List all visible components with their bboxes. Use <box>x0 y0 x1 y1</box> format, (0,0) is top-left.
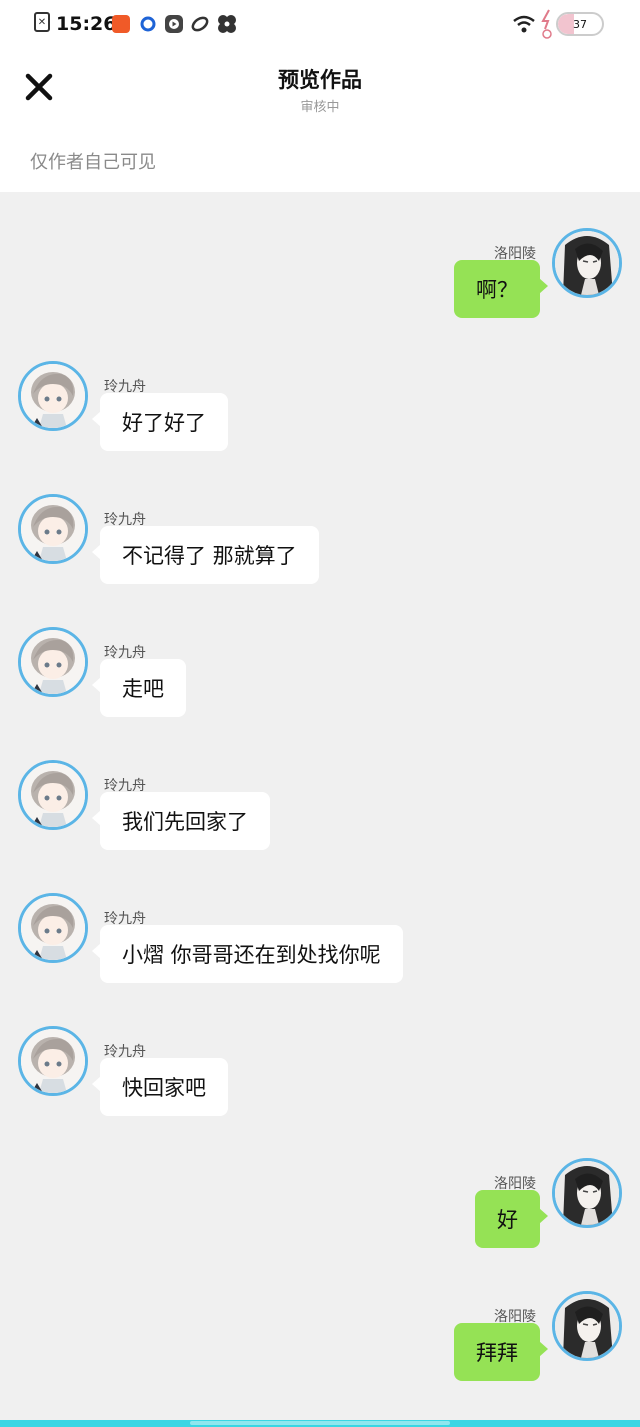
avatar[interactable] <box>552 1158 622 1228</box>
status-time: 15:26 <box>56 13 117 35</box>
orange-app-icon <box>112 12 130 36</box>
chat-message: 玲九舟 走吧 <box>0 627 640 737</box>
message-bubble[interactable]: 啊？ <box>454 260 548 318</box>
fan-app-icon <box>216 12 238 36</box>
battery-icon: 37 <box>556 12 604 36</box>
avatar[interactable] <box>18 627 88 697</box>
preview-header: 预览作品 审核中 仅作者自己可见 <box>0 48 640 192</box>
chat-message: 玲九舟 我们先回家了 <box>0 760 640 870</box>
avatar[interactable] <box>18 494 88 564</box>
avatar[interactable] <box>552 1291 622 1361</box>
chat-message: 洛阳陵 啊？ <box>0 228 640 338</box>
battery-percent: 37 <box>573 17 587 31</box>
message-bubble[interactable]: 我们先回家了 <box>92 792 270 850</box>
message-bubble[interactable]: 拜拜 <box>454 1323 548 1381</box>
avatar[interactable] <box>18 893 88 963</box>
message-bubble[interactable]: 好了好了 <box>92 393 228 451</box>
page-title: 预览作品 <box>278 68 362 92</box>
avatar[interactable] <box>18 361 88 431</box>
chat-message: 洛阳陵好 <box>0 1158 640 1268</box>
chat-list[interactable]: 洛阳陵 啊？ 玲九舟 好了好了 玲九舟 不记得了 那就算了 玲九舟 走吧玲九舟 我们先回家了 玲九… <box>0 192 640 1420</box>
message-bubble[interactable]: 好 <box>475 1190 548 1248</box>
message-bubble[interactable]: 小熠 你哥哥还在到处找你呢 <box>92 925 403 983</box>
file-x-icon: ✕ <box>34 12 50 32</box>
visibility-note: 仅作者自己可见 <box>30 152 156 173</box>
message-bubble[interactable]: 走吧 <box>92 659 186 717</box>
status-bar: ✕ 15:26 37 <box>0 0 640 48</box>
swirl-app-icon <box>190 12 210 36</box>
blue-app-icon <box>140 12 156 36</box>
wifi-icon <box>512 12 536 36</box>
chat-message: 玲九舟 不记得了 那就算了 <box>0 494 640 604</box>
home-indicator[interactable] <box>190 1421 450 1425</box>
message-bubble[interactable]: 不记得了 那就算了 <box>92 526 319 584</box>
chat-message: 洛阳陵 拜拜 <box>0 1291 640 1401</box>
chat-message: 玲九舟 小熠 你哥哥还在到处找你呢 <box>0 893 640 1003</box>
avatar[interactable] <box>18 1026 88 1096</box>
charging-icon <box>540 9 554 39</box>
review-status: 审核中 <box>300 100 340 115</box>
avatar[interactable] <box>552 228 622 298</box>
chat-message: 玲九舟 快回家吧 <box>0 1026 640 1136</box>
chat-message: 玲九舟 好了好了 <box>0 361 640 471</box>
message-bubble[interactable]: 快回家吧 <box>92 1058 228 1116</box>
play-app-icon <box>164 12 184 36</box>
avatar[interactable] <box>18 760 88 830</box>
